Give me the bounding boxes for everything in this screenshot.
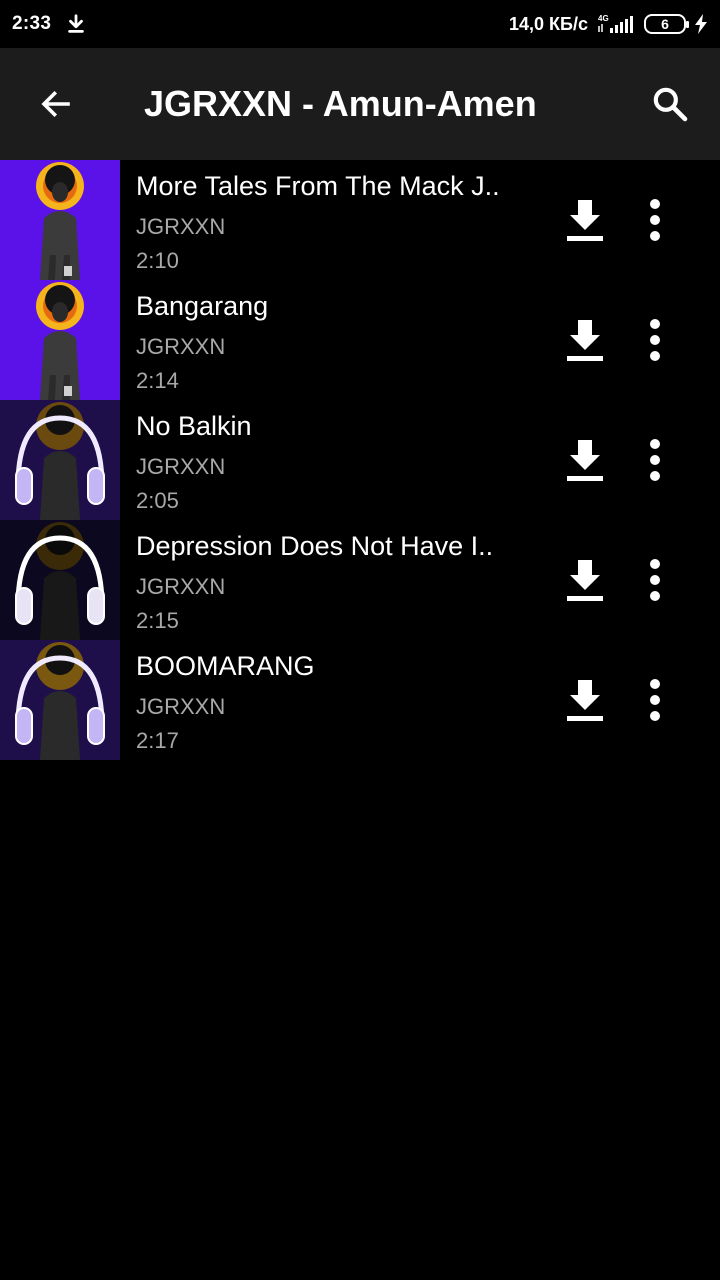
song-row[interactable]: More Tales From The Mack J.. JGRXXN 2:10 bbox=[0, 160, 720, 280]
song-row[interactable]: Bangarang JGRXXN 2:14 bbox=[0, 280, 720, 400]
more-options-button[interactable] bbox=[630, 310, 680, 370]
download-button[interactable] bbox=[560, 550, 610, 610]
back-button[interactable] bbox=[0, 48, 112, 160]
download-button[interactable] bbox=[560, 190, 610, 250]
more-options-button[interactable] bbox=[630, 190, 680, 250]
status-time: 2:33 bbox=[12, 13, 52, 34]
app-bar: JGRXXN - Amun-Amen bbox=[0, 48, 720, 160]
album-thumbnail bbox=[0, 520, 120, 640]
more-vertical-icon bbox=[650, 439, 660, 481]
download-icon bbox=[567, 320, 603, 361]
song-row[interactable]: No Balkin JGRXXN 2:05 bbox=[0, 400, 720, 520]
more-options-button[interactable] bbox=[630, 550, 680, 610]
search-button[interactable] bbox=[620, 48, 720, 160]
page-title: JGRXXN - Amun-Amen bbox=[144, 83, 537, 124]
status-bar: 2:33 14,0 КБ/с 4G 6 bbox=[0, 0, 720, 48]
signal-icon: 4G bbox=[598, 14, 633, 33]
download-icon bbox=[567, 680, 603, 721]
download-icon bbox=[567, 440, 603, 481]
more-vertical-icon bbox=[650, 679, 660, 721]
album-thumbnail bbox=[0, 640, 120, 760]
download-icon bbox=[567, 200, 603, 241]
download-button[interactable] bbox=[560, 310, 610, 370]
charging-icon bbox=[695, 14, 707, 34]
song-row[interactable]: BOOMARANG JGRXXN 2:17 bbox=[0, 640, 720, 760]
song-list: More Tales From The Mack J.. JGRXXN 2:10 bbox=[0, 160, 720, 760]
search-icon bbox=[653, 87, 688, 122]
album-thumbnail bbox=[0, 400, 120, 520]
more-options-button[interactable] bbox=[630, 670, 680, 730]
song-row[interactable]: Depression Does Not Have I.. JGRXXN 2:15 bbox=[0, 520, 720, 640]
arrow-left-icon bbox=[41, 90, 70, 118]
download-icon bbox=[567, 560, 603, 601]
more-options-button[interactable] bbox=[630, 430, 680, 490]
network-speed: 14,0 КБ/с bbox=[509, 13, 588, 34]
album-thumbnail bbox=[0, 160, 120, 280]
more-vertical-icon bbox=[650, 319, 660, 361]
more-vertical-icon bbox=[650, 559, 660, 601]
battery-level: 6 bbox=[661, 16, 669, 32]
download-notification-icon bbox=[68, 14, 85, 33]
more-vertical-icon bbox=[650, 199, 660, 241]
album-thumbnail bbox=[0, 280, 120, 400]
download-button[interactable] bbox=[560, 670, 610, 730]
battery-icon: 6 bbox=[644, 14, 689, 34]
network-type-label: 4G bbox=[598, 14, 609, 23]
download-button[interactable] bbox=[560, 430, 610, 490]
